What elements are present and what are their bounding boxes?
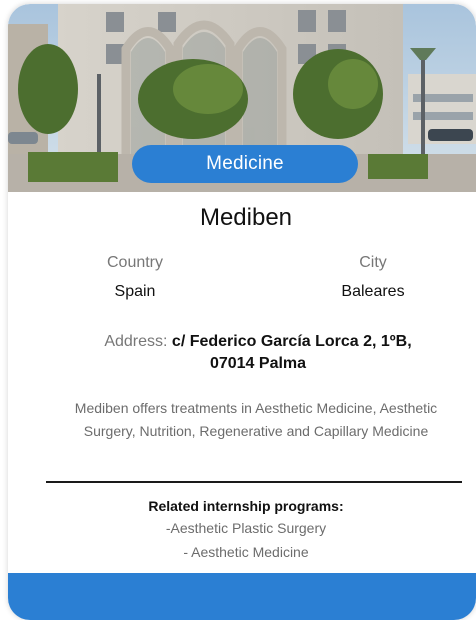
description-line-2: Surgery, Nutrition, Regenerative and Cap… bbox=[83, 423, 429, 439]
city-value: Baleares bbox=[341, 283, 405, 300]
related-programs-title: Related internship programs: bbox=[148, 498, 344, 514]
related-program-item[interactable]: - Aesthetic Medicine bbox=[8, 540, 476, 564]
card-footer-bar[interactable] bbox=[8, 573, 476, 620]
country-label: Country bbox=[106, 254, 164, 271]
center-card: Medicine Mediben Country Spain City Bale… bbox=[8, 4, 476, 620]
address-label: Address: bbox=[104, 333, 168, 350]
center-name: Mediben bbox=[199, 204, 293, 231]
city-label: City bbox=[359, 254, 387, 271]
category-badge[interactable]: Medicine bbox=[132, 145, 358, 183]
country-value: Spain bbox=[114, 283, 156, 300]
country-block: Country Spain bbox=[55, 252, 215, 303]
center-description: Mediben offers treatments in Aesthetic M… bbox=[38, 397, 474, 443]
address-block: Address: c/ Federico García Lorca 2, 1ºB… bbox=[68, 331, 448, 375]
address-line-2: 07014 Palma bbox=[209, 355, 307, 372]
city-block: City Baleares bbox=[293, 252, 453, 303]
description-line-1: Mediben offers treatments in Aesthetic M… bbox=[74, 400, 438, 416]
address-line-1: c/ Federico García Lorca 2, 1ºB, bbox=[171, 333, 412, 350]
center-photo: Medicine bbox=[8, 4, 476, 192]
related-program-item[interactable]: -Aesthetic Plastic Surgery bbox=[8, 516, 476, 540]
related-programs: Related internship programs: -Aesthetic … bbox=[8, 496, 476, 564]
divider bbox=[46, 481, 462, 483]
